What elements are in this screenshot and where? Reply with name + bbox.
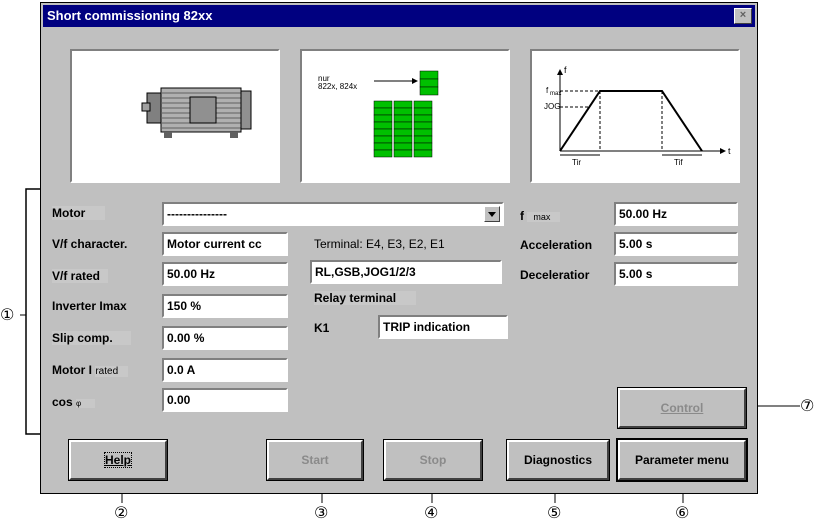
motor-select-value: ---------------: [167, 207, 227, 221]
inverter-imax-field[interactable]: 150 %: [162, 294, 288, 318]
title-bar: Short commissioning 82xx ×: [43, 5, 755, 27]
callout-3: ③: [314, 503, 329, 522]
fmax-label: f max: [520, 209, 561, 223]
relay-terminal-label: Relay terminal: [314, 291, 417, 305]
parameter-menu-button[interactable]: Parameter menu: [616, 438, 748, 482]
terminal-label: Terminal: E4, E3, E2, E1: [314, 237, 445, 251]
control-button[interactable]: Control: [617, 387, 747, 429]
close-button[interactable]: ×: [734, 8, 752, 24]
motor-icon: [141, 87, 252, 138]
short-commissioning-dialog: Short commissioning 82xx × nur 822x, 824…: [40, 2, 758, 494]
diagnostics-button-label: Diagnostics: [523, 453, 592, 467]
ramp-tir-label: Tir: [572, 158, 581, 167]
ramp-t-label: t: [728, 146, 731, 156]
acceleration-label: Acceleration: [520, 238, 593, 252]
vf-character-label: V/f character.: [52, 237, 128, 251]
terminal-diagram-panel: nur 822x, 824x: [300, 49, 510, 183]
callout-7: ⑦: [800, 396, 815, 415]
inverter-imax-label: Inverter Imax: [52, 299, 127, 313]
motor-i-rated-field[interactable]: 0.0 A: [162, 358, 288, 382]
motor-picture-panel: [70, 49, 280, 183]
motor-i-rated-label: Motor I rated: [52, 363, 129, 377]
ramp-diagram-panel: f f max JOG t Tir Tif: [530, 49, 740, 183]
cos-phi-label: cos φ: [52, 395, 96, 409]
callout-5: ⑤: [547, 503, 562, 522]
callout-6: ⑥: [675, 503, 690, 522]
motor-label: Motor: [52, 206, 106, 220]
ramp-tif-label: Tif: [674, 158, 683, 167]
cos-phi-sub: φ: [76, 399, 96, 408]
diagnostics-button[interactable]: Diagnostics: [506, 439, 610, 481]
motor-i-sub: rated: [95, 366, 129, 377]
frequency-ramp-chart: f f max JOG t Tir Tif: [544, 65, 731, 167]
acceleration-field[interactable]: 5.00 s: [614, 232, 738, 256]
window-title: Short commissioning 82xx: [47, 8, 213, 23]
ramp-f-label: f: [564, 65, 567, 75]
callout-1: ①: [0, 305, 15, 324]
k1-field[interactable]: TRIP indication: [378, 315, 508, 339]
stop-button-label: Stop: [419, 453, 447, 467]
fmax-sub: max: [527, 212, 561, 222]
k1-label: K1: [314, 321, 330, 335]
callout-2: ②: [114, 503, 129, 522]
chevron-down-icon[interactable]: [484, 206, 500, 222]
ramp-fmax-label: f: [546, 86, 549, 95]
svg-text:822x, 824x: 822x, 824x: [318, 82, 357, 91]
parameter-menu-button-label: Parameter menu: [634, 453, 730, 467]
deceleration-field[interactable]: 5.00 s: [614, 262, 738, 286]
ramp-jog-label: JOG: [544, 102, 560, 111]
cos-phi-field[interactable]: 0.00: [162, 388, 288, 412]
start-button[interactable]: Start: [266, 439, 364, 481]
fmax-field[interactable]: 50.00 Hz: [614, 202, 738, 226]
motor-select[interactable]: ---------------: [162, 202, 504, 226]
terminal-field[interactable]: RL,GSB,JOG1/2/3: [310, 260, 502, 284]
callout-4: ④: [424, 503, 439, 522]
stop-button[interactable]: Stop: [383, 439, 483, 481]
help-button-label: Help: [103, 452, 133, 468]
vf-character-field[interactable]: Motor current cc: [162, 232, 288, 256]
vf-rated-field[interactable]: 50.00 Hz: [162, 262, 288, 286]
motor-i-label-text: Motor I: [52, 363, 92, 377]
fmax-label-text: f: [520, 209, 524, 223]
deceleration-label: Deceleratior: [520, 268, 590, 282]
cos-label-text: cos: [52, 395, 73, 409]
slip-comp-label: Slip comp.: [52, 331, 131, 345]
slip-comp-field[interactable]: 0.00 %: [162, 326, 288, 350]
help-button[interactable]: Help: [68, 439, 168, 481]
start-button-label: Start: [301, 453, 329, 467]
ramp-fmax-sub: max: [550, 91, 561, 97]
vf-rated-label: V/f rated: [52, 269, 109, 283]
terminal-block-icon: nur 822x, 824x: [318, 70, 439, 158]
control-button-label: Control: [660, 401, 704, 415]
